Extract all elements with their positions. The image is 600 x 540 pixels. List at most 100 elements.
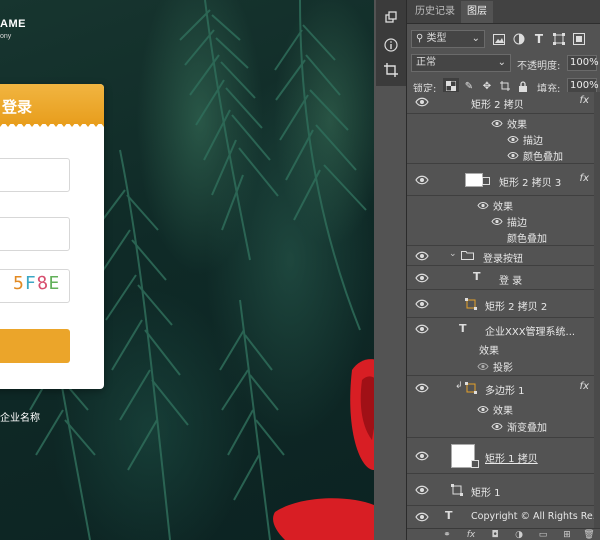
effect-label: 颜色叠加 bbox=[523, 152, 563, 163]
blend-mode-value: 正常 bbox=[416, 57, 436, 68]
effect-row[interactable]: 颜色叠加 bbox=[407, 146, 595, 164]
tool-group bbox=[376, 0, 406, 86]
effects-label: 效果 bbox=[493, 406, 513, 417]
effects-label: 效果 bbox=[479, 346, 499, 357]
type-filter-icon[interactable]: T bbox=[531, 31, 547, 47]
visibility-eye-icon[interactable] bbox=[491, 118, 503, 127]
effects-label: 效果 bbox=[507, 120, 527, 131]
visibility-eye-icon[interactable] bbox=[415, 251, 429, 261]
text-layer-icon: T bbox=[459, 322, 467, 335]
brand-subtitle: ony bbox=[0, 33, 12, 40]
effect-row[interactable]: 渐变叠加 bbox=[407, 416, 595, 438]
fx-icon[interactable]: fx bbox=[580, 173, 589, 184]
visibility-eye-icon[interactable] bbox=[477, 404, 489, 413]
new-layer-icon[interactable]: ⊞ bbox=[561, 529, 573, 540]
search-icon: ⚲ bbox=[416, 33, 424, 44]
chevron-down-icon[interactable]: ⌄ bbox=[449, 249, 457, 259]
effect-label: 描边 bbox=[507, 218, 527, 229]
link-layers-icon[interactable]: ⚭ bbox=[441, 529, 453, 540]
effects-row[interactable]: 效果 bbox=[407, 196, 595, 213]
visibility-eye-icon[interactable] bbox=[491, 216, 503, 225]
visibility-eye-icon[interactable] bbox=[415, 383, 429, 393]
visibility-eye-icon[interactable] bbox=[415, 175, 429, 185]
effect-row[interactable]: 描边 bbox=[407, 130, 595, 147]
filter-kind-value: 类型 bbox=[426, 33, 447, 44]
chevron-down-icon: ⌄ bbox=[497, 57, 506, 68]
layer-name: 矩形 2 拷贝 3 bbox=[499, 178, 562, 189]
visibility-eye-icon[interactable] bbox=[415, 324, 429, 334]
clipping-arrow-icon: ↲ bbox=[455, 381, 463, 391]
layer-row[interactable]: ↲ 多边形 1 fx bbox=[407, 376, 595, 400]
visibility-eye-icon[interactable] bbox=[415, 97, 429, 107]
visibility-eye-icon[interactable] bbox=[507, 134, 519, 143]
captcha-image[interactable]: 5F8E bbox=[13, 272, 60, 295]
layer-row[interactable]: T Copyright © All Rights Re... bbox=[407, 506, 595, 528]
cube-3d-icon[interactable] bbox=[381, 8, 401, 28]
folder-icon bbox=[461, 250, 474, 263]
trash-icon[interactable]: 🗑 bbox=[583, 529, 595, 540]
layer-row[interactable]: 矩形 2 拷贝 3 fx bbox=[407, 164, 595, 196]
visibility-eye-icon[interactable] bbox=[491, 421, 503, 430]
captcha-char: 8 bbox=[35, 272, 50, 295]
login-button[interactable] bbox=[0, 329, 70, 363]
layer-row[interactable]: 矩形 2 拷贝 fx bbox=[407, 92, 595, 114]
panel-tabs: 历史记录 图层 bbox=[407, 0, 600, 24]
info-icon[interactable] bbox=[381, 35, 401, 55]
effect-row[interactable]: 投影 bbox=[407, 356, 595, 376]
username-input[interactable] bbox=[0, 158, 70, 192]
chevron-down-icon: ⌄ bbox=[471, 33, 480, 44]
layer-group-row[interactable]: ⌄ 登录按钮 bbox=[407, 246, 595, 266]
blend-mode-dropdown[interactable]: 正常 ⌄ bbox=[411, 54, 511, 72]
layer-list: 矩形 2 拷贝 fx 效果 描边 颜色叠加 矩形 2 拷贝 3 fx 效果 描边… bbox=[407, 92, 595, 540]
visibility-eye-icon[interactable] bbox=[415, 299, 429, 309]
password-input[interactable] bbox=[0, 217, 70, 251]
effect-label: 描边 bbox=[523, 136, 543, 147]
visibility-eye-icon[interactable] bbox=[415, 451, 429, 461]
filter-kind-dropdown[interactable]: ⚲ 类型 ⌄ bbox=[411, 30, 485, 48]
layer-name: Copyright © All Rights Re... bbox=[471, 511, 595, 522]
blend-row: 正常 ⌄ 不透明度: 100% bbox=[407, 53, 600, 73]
visibility-eye-icon[interactable] bbox=[415, 273, 429, 283]
adjustment-layer-icon[interactable]: ◑ bbox=[513, 529, 525, 540]
layer-row[interactable]: 矩形 1 bbox=[407, 474, 595, 506]
effects-row[interactable]: 效果 bbox=[407, 400, 595, 417]
fx-icon[interactable]: fx bbox=[580, 381, 589, 392]
opacity-field[interactable]: 100% bbox=[567, 55, 599, 71]
captcha-char: F bbox=[24, 273, 37, 294]
document-canvas[interactable]: AME ony 登录 5F8E 企业名称 bbox=[0, 0, 374, 540]
layer-row[interactable]: T 企业XXX管理系统... bbox=[407, 318, 595, 340]
effect-row[interactable]: 颜色叠加 bbox=[407, 228, 595, 246]
visibility-eye-icon[interactable] bbox=[477, 200, 489, 209]
adjustment-filter-icon[interactable] bbox=[511, 31, 527, 47]
visibility-eye-icon[interactable] bbox=[507, 150, 519, 159]
fx-icon[interactable]: fx bbox=[580, 95, 589, 106]
brand-name: AME bbox=[0, 18, 26, 30]
layer-row[interactable]: T 登 录 bbox=[407, 266, 595, 290]
new-group-icon[interactable]: ▭ bbox=[537, 529, 549, 540]
shape-layer-icon bbox=[481, 176, 491, 189]
tab-layers[interactable]: 图层 bbox=[461, 1, 493, 23]
layer-name: 企业XXX管理系统... bbox=[485, 327, 576, 338]
shape-filter-icon[interactable] bbox=[551, 31, 567, 47]
image-filter-icon[interactable] bbox=[491, 31, 507, 47]
layer-row[interactable]: 矩形 2 拷贝 2 bbox=[407, 290, 595, 318]
layer-row[interactable]: 矩形 1 拷贝 bbox=[407, 438, 595, 474]
add-style-icon[interactable]: fx bbox=[465, 529, 477, 540]
opacity-label: 不透明度: bbox=[517, 61, 561, 72]
effects-row[interactable]: 效果 bbox=[407, 114, 595, 131]
visibility-eye-icon[interactable] bbox=[477, 361, 489, 370]
smart-object-filter-icon[interactable] bbox=[571, 31, 587, 47]
visibility-eye-icon[interactable] bbox=[415, 512, 429, 522]
effect-row[interactable]: 描边 bbox=[407, 212, 595, 229]
crop-icon[interactable] bbox=[381, 60, 401, 80]
text-layer-icon: T bbox=[445, 509, 453, 522]
captcha-char: 5 bbox=[13, 273, 25, 294]
effects-row[interactable]: 效果 bbox=[407, 340, 595, 357]
layer-list-scrollbar[interactable] bbox=[594, 92, 600, 528]
visibility-eye-icon[interactable] bbox=[415, 485, 429, 495]
effect-label: 渐变叠加 bbox=[507, 423, 547, 434]
tab-history[interactable]: 历史记录 bbox=[409, 1, 461, 23]
layer-name: 矩形 2 拷贝 2 bbox=[485, 302, 548, 313]
effect-label: 投影 bbox=[493, 363, 513, 374]
add-mask-icon[interactable]: ◘ bbox=[489, 529, 501, 540]
